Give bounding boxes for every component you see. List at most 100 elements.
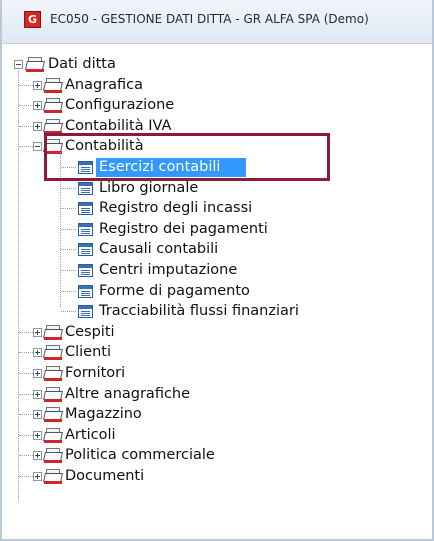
tree-item-label: Documenti [65,468,145,484]
document-line [81,292,90,294]
tree-item-label: Politica commerciale [65,447,215,464]
tree-item-cespiti[interactable]: Cespiti [2,323,432,343]
tree-item-documenti[interactable]: Documenti [2,467,432,487]
folder-accent [44,460,62,464]
document-line [81,187,90,189]
tree-item-causali-contabili[interactable]: Causali contabili [2,240,432,260]
tree-item-fornitori[interactable]: Fornitori [2,364,432,384]
folder-icon [43,469,63,484]
folder-accent [44,357,62,361]
folder-icon [43,345,63,361]
collapse-toggle-icon[interactable] [14,60,23,69]
folder-accent [44,439,62,443]
tree-connector [19,414,33,416]
document-icon [78,284,93,298]
tree-item-forme-di-pagamento[interactable]: Forme di pagamento [2,282,432,302]
tree-connector [61,290,76,292]
document-line [81,313,90,315]
expand-toggle-icon[interactable] [33,369,42,378]
tree-connector [19,146,33,148]
folder-icon [43,386,63,402]
tree-connector [19,434,33,436]
folder-accent [26,69,44,72]
document-line [81,311,90,313]
collapse-toggle-icon[interactable] [33,142,42,152]
tree-item-libro-giornale[interactable]: Libro giornale [2,179,432,199]
document-line [81,191,90,193]
folder-accent [44,336,62,340]
document-line [81,230,90,232]
tree-item-root[interactable]: Dati ditta [2,55,432,75]
document-line [81,249,90,251]
tree-item-centri-imputazione[interactable]: Centri imputazione [2,261,432,281]
document-line [81,210,90,212]
document-line [81,315,90,317]
tree-item-tracciabilita-flussi-finanziari[interactable]: Tracciabilità flussi finanziari [2,302,432,322]
tree-item-label: Causali contabili [99,241,219,258]
document-icon [78,305,93,319]
tree-item-registro-dei-pagamenti[interactable]: Registro dei pagamenti [2,220,432,240]
tree-item-label: Altre anagrafiche [65,385,191,402]
tree-connector [19,455,33,457]
expand-toggle-icon[interactable] [33,430,42,440]
tree-connector [61,311,76,313]
folder-accent [44,398,62,402]
document-icon [78,181,93,195]
expand-toggle-icon[interactable] [33,80,42,90]
folder-icon [43,98,63,114]
tree-item-label: Tracciabilità flussi finanziari [99,303,299,320]
tree-item-magazzino[interactable]: Magazzino [2,405,432,425]
document-icon [78,243,93,257]
expand-toggle-icon[interactable] [33,451,42,461]
document-line [81,272,90,273]
tree-connector [61,187,76,189]
document-line [81,253,90,255]
tree-item-configurazione[interactable]: Configurazione [2,96,432,116]
navigation-tree: Dati ditta Anagrafica Configurazione Contab… [2,45,432,539]
document-line [81,290,90,292]
tree-connector [19,84,33,86]
folder-icon [43,324,63,340]
folder-icon [43,427,63,443]
tree-item-anagrafica[interactable]: Anagrafica [2,76,432,96]
expand-toggle-icon[interactable] [33,101,42,111]
tree-item-registro-degli-incassi[interactable]: Registro degli incassi [2,199,432,219]
document-line [81,270,90,271]
expand-toggle-icon[interactable] [33,389,42,399]
folder-icon [43,118,63,134]
tree-item-label: Registro dei pagamenti [99,220,268,237]
tree-connector [61,270,76,271]
tree-connector [19,352,33,354]
tree-item-clienti[interactable]: Clienti [2,343,432,363]
tree-item-politica-commerciale[interactable]: Politica commerciale [2,446,432,466]
folder-icon [43,366,63,381]
expand-toggle-icon[interactable] [33,348,42,358]
tree-item-label: Forme di pagamento [99,282,250,299]
folder-accent [44,110,62,114]
folder-icon [43,77,63,93]
tree-item-label: Libro giornale [99,179,199,196]
document-line [81,228,90,230]
app-logo-icon: G [24,11,41,28]
document-line [81,208,90,210]
tree-item-articoli[interactable]: Articoli [2,426,432,446]
document-line [81,212,90,214]
folder-icon [43,448,63,464]
expand-toggle-icon[interactable] [33,121,42,131]
expand-toggle-icon[interactable] [33,410,42,420]
document-line [81,251,90,253]
tree-item-label: Articoli [65,426,116,443]
expand-toggle-icon[interactable] [33,327,42,337]
tree-item-label: Dati ditta [48,56,116,72]
expand-toggle-icon[interactable] [33,472,42,481]
tree-connector [61,228,76,230]
title-bar[interactable]: G EC050 - GESTIONE DATI DITTA - GR ALFA … [2,0,432,44]
tree-connector [19,331,33,333]
tree-connector [19,476,33,477]
app-window: G EC050 - GESTIONE DATI DITTA - GR ALFA … [0,0,434,541]
tree-item-label: Anagrafica [65,76,144,93]
document-line [81,232,90,234]
tree-item-label: Registro degli incassi [99,200,253,217]
tree-item-altre-anagrafiche[interactable]: Altre anagrafiche [2,385,432,405]
tree-connector [19,393,33,395]
